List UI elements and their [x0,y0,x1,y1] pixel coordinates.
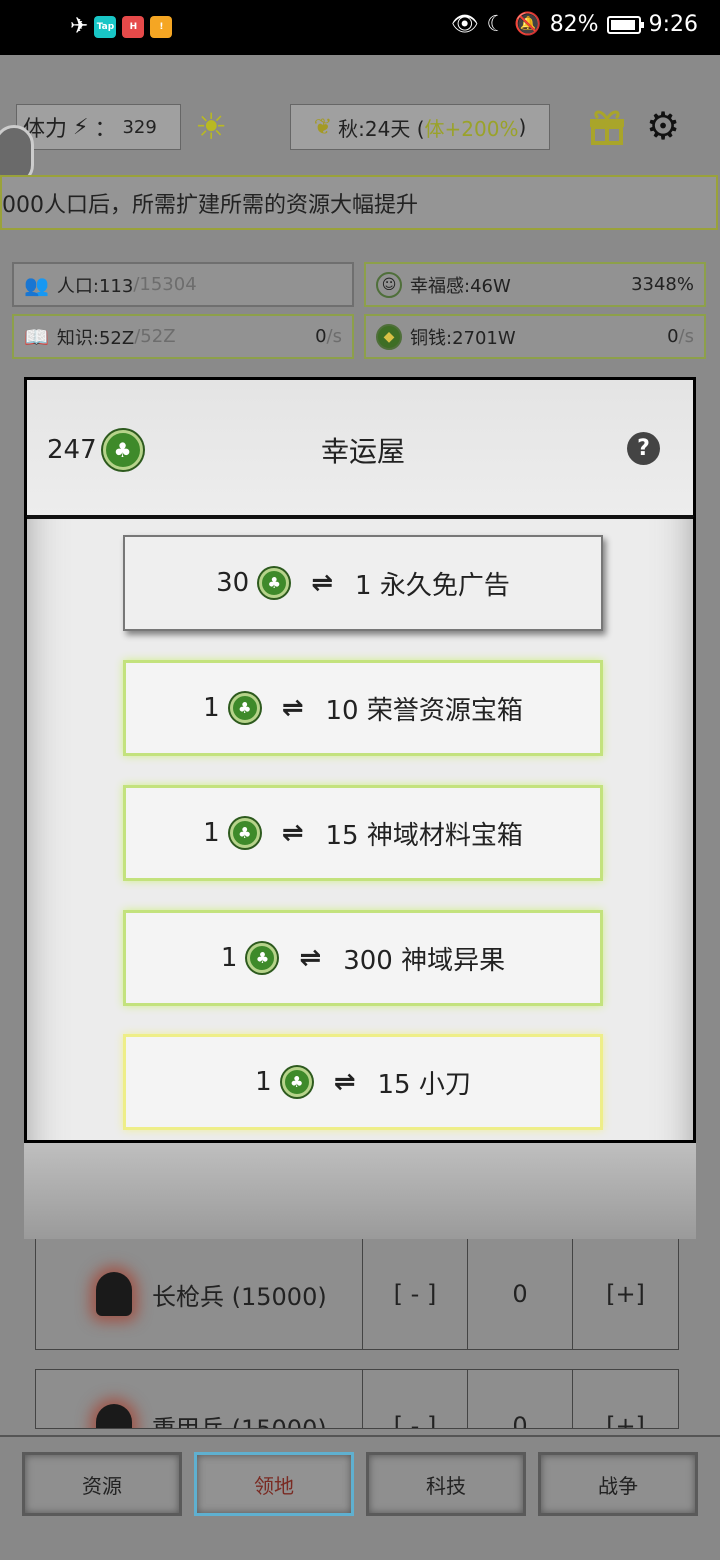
copper-rate: 0 [667,326,679,347]
clover-icon: ♣ [247,943,278,973]
lucky-house-dialog: 247 ♣ 幸运屋 ? 30 ♣ ⇌ 1 永久免广告 1 ♣ ⇌ 10 荣誉资源… [24,377,696,1239]
troop-increase-button[interactable]: [+] [573,1239,678,1349]
stamina-value: 329 [122,116,157,138]
settings-gear-icon[interactable]: ⚙ [646,107,680,145]
offer-reward: 15 小刀 [377,1069,471,1100]
help-icon[interactable]: ? [627,432,660,465]
eye-icon: 👁 [450,12,479,37]
swap-icon: ⇌ [281,818,304,848]
nav-resources-button[interactable]: 资源 [22,1452,182,1516]
season-box: ❦ 秋:24天 (体+200%) [290,104,550,150]
stamina-sep: ： [94,117,117,142]
huawei-app-icon: H [122,15,145,38]
troop-decrease-button[interactable]: [ - ] [363,1239,468,1349]
offer-reward: 15 神域材料宝箱 [325,820,523,851]
nav-territory-button[interactable]: 领地 [194,1452,354,1516]
troop-count: 0 [468,1239,573,1349]
knowledge-label: 知识:52Z [56,327,135,349]
clover-icon: ♣ [281,1067,312,1097]
season-bonus: 体+200% [424,116,519,141]
troop-row-heavy-armor: 重甲兵 (15000) [ - ] 0 [+] [35,1369,679,1429]
happiness-value: 3348% [631,274,694,295]
population-label: 人口:113 [56,275,134,297]
offer-knife[interactable]: 1 ♣ ⇌ 15 小刀 [123,1034,603,1130]
offer-cost: 1 [203,693,220,723]
status-bar: ✈ Tap H ! 👁 ☾ 🔕 82% 9:26 [0,0,720,55]
smile-icon: ☺ [376,271,402,298]
season-text: 秋:24天 ( [338,116,425,141]
copper-box: ◆ 铜钱:2701W 0/s [364,314,706,359]
clover-icon: ♣ [229,693,260,723]
population-box: 👥 人口:113/15304 [12,262,354,307]
happiness-label: 幸福感:46W [410,275,511,297]
nav-tech-button[interactable]: 科技 [366,1452,526,1516]
marquee-text: 000人口后，所需扩建所需的资源大幅提升 [2,192,418,218]
knowledge-rate-unit: /s [326,326,342,347]
offer-divine-material-chest[interactable]: 1 ♣ ⇌ 15 神域材料宝箱 [123,785,603,881]
clover-icon: ♣ [229,818,260,848]
knowledge-rate: 0 [315,326,327,347]
offer-divine-fruit[interactable]: 1 ♣ ⇌ 300 神域异果 [123,910,603,1006]
nav-war-button[interactable]: 战争 [538,1452,698,1516]
swap-icon: ⇌ [333,1067,356,1097]
notification-icons: ✈ Tap H ! [70,14,173,39]
troop-name-cell: 长枪兵 (15000) [36,1239,363,1349]
offer-list: 30 ♣ ⇌ 1 永久免广告 1 ♣ ⇌ 10 荣誉资源宝箱 1 ♣ ⇌ 15 … [24,517,696,1143]
troop-count: 0 [468,1370,573,1428]
taptap-app-icon: Tap [94,15,117,38]
troop-row-spearman: 长枪兵 (15000) [ - ] 0 [+] [35,1238,679,1350]
leaf-icon: ❦ [313,114,333,140]
offer-remove-ads[interactable]: 30 ♣ ⇌ 1 永久免广告 [123,535,603,631]
happiness-box: ☺ 幸福感:46W 3348% [364,262,706,307]
swap-icon: ⇌ [311,568,334,598]
swap-icon: ⇌ [281,693,304,723]
airplane-mode-icon: ✈ [70,14,89,39]
orange-app-icon: ! [150,15,173,38]
battery-percent: 82% [549,12,599,37]
troop-name: 重甲兵 (15000) [152,1414,327,1429]
troop-name-cell: 重甲兵 (15000) [36,1370,363,1429]
dialog-header: 247 ♣ 幸运屋 ? [24,377,696,519]
offer-cost: 1 [203,818,220,848]
book-icon: 📖 [24,324,49,349]
gift-icon[interactable] [588,105,626,145]
dialog-footer-shade [24,1143,696,1239]
moon-icon: ☾ [486,12,507,37]
clock: 9:26 [648,12,698,37]
people-icon: 👥 [24,272,49,297]
troop-decrease-button[interactable]: [ - ] [363,1370,468,1428]
announcement-marquee: 000人口后，所需扩建所需的资源大幅提升 [0,175,718,230]
bottom-nav: 资源 领地 科技 战争 [0,1435,720,1560]
season-close: ) [518,115,527,139]
knowledge-max: /52Z [134,326,176,347]
offer-reward: 1 永久免广告 [355,570,510,601]
knowledge-box: 📖 知识:52Z/52Z 0/s [12,314,354,359]
troop-name: 长枪兵 (15000) [152,1282,327,1311]
battery-icon [606,15,644,34]
offer-cost: 1 [255,1067,272,1097]
offer-reward: 10 荣誉资源宝箱 [325,695,523,726]
offer-reward: 300 神域异果 [343,945,506,976]
system-status: 👁 ☾ 🔕 82% 9:26 [451,12,698,37]
coin-icon: ◆ [376,323,402,350]
clover-icon: ♣ [259,568,290,598]
troop-increase-button[interactable]: [+] [573,1370,678,1428]
knight-helmet-icon [96,1404,132,1428]
dialog-title: 幸运屋 [320,435,405,468]
lightning-icon: ⚡ [73,114,89,140]
swap-icon: ⇌ [299,943,322,973]
sun-icon: ☀ [195,107,228,148]
offer-cost: 1 [220,943,238,973]
offer-cost: 30 [216,568,250,598]
stamina-box: 体力 ⚡ ： 329 [16,104,181,150]
population-max: /15304 [133,274,197,295]
copper-rate-unit: /s [678,326,694,347]
offer-honor-chest[interactable]: 1 ♣ ⇌ 10 荣誉资源宝箱 [123,660,603,756]
copper-label: 铜钱:2701W [410,327,516,349]
spartan-helmet-icon [96,1272,132,1316]
mute-icon: 🔕 [514,12,542,37]
